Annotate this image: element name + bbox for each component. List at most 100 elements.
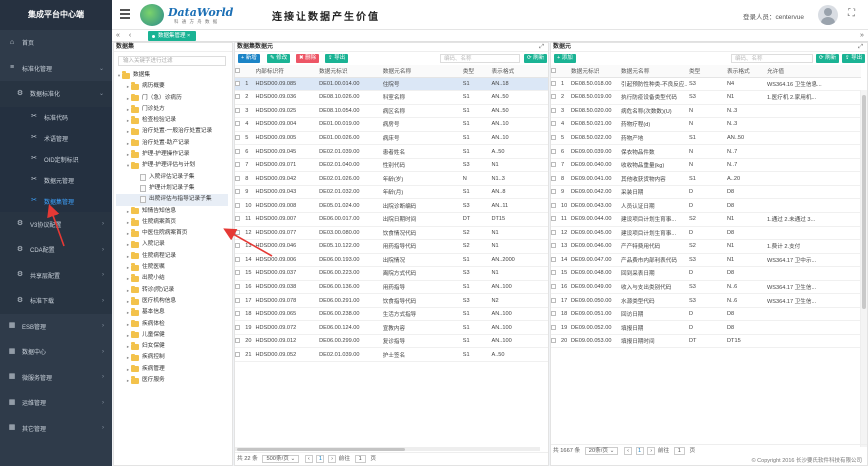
table-row[interactable]: 15 DE09.00.048.00 回到采表日期 D D8 — [551, 266, 861, 281]
table-row[interactable]: 11 HDSD00.09.007 DE06.00.017.00 出院日期时间 DT DT1… — [235, 212, 548, 227]
export-button[interactable]: ⇪ 导出 — [842, 54, 866, 63]
row-checkbox[interactable] — [551, 158, 559, 173]
row-checkbox[interactable] — [551, 117, 559, 132]
row-checkbox[interactable] — [235, 90, 244, 105]
page-size-select[interactable]: 20条/页 ⌄ — [584, 446, 619, 455]
row-checkbox[interactable] — [551, 171, 559, 186]
column-header[interactable]: 表示格式 — [489, 65, 548, 78]
tree-node[interactable]: ▸ 疾病控制 — [116, 352, 228, 363]
table-row[interactable]: 12 DE09.00.045.00 建设项目计划生育事... D D8 — [551, 226, 861, 241]
sidebar-item-12[interactable]: ▦ ESB管理 › — [0, 314, 112, 340]
sidebar-item-15[interactable]: ▦ 运维管理 › — [0, 390, 112, 416]
tree-node[interactable]: ▾ 护理-护理评估与计划 — [116, 160, 228, 171]
table-row[interactable]: 14 DE09.00.047.00 产品费市内部利表代码 S3 N1 WS364.17 卫… — [551, 253, 861, 268]
table-row[interactable]: 9 DE09.00.042.00 采装日期 D D8 — [551, 185, 861, 200]
row-checkbox[interactable] — [235, 293, 244, 308]
tab-prev-icon[interactable]: « — [114, 31, 122, 41]
vertical-scrollbar[interactable] — [860, 90, 867, 447]
row-checkbox[interactable] — [235, 185, 244, 200]
tree-node[interactable]: ▸ 入院记录 — [116, 239, 228, 250]
tree-node[interactable]: ▸ 医疗机构信息 — [116, 296, 228, 307]
row-checkbox[interactable] — [551, 131, 559, 146]
tree-node[interactable]: ▸ 中医住院病案首页 — [116, 228, 228, 239]
row-checkbox[interactable] — [551, 144, 559, 159]
table-row[interactable]: 8 HDSD00.09.042 DE02.01.026.00 年龄(岁) N N1..3 — [235, 171, 548, 186]
tree-node[interactable]: ▸ 住院病案首页 — [116, 217, 228, 228]
column-header[interactable]: 数据元标识 — [569, 65, 619, 78]
add-element-button[interactable]: + 添加 — [554, 54, 576, 63]
sidebar-item-9[interactable]: ⚙ CDA配置 › — [0, 237, 112, 263]
row-checkbox[interactable] — [235, 144, 244, 159]
sidebar-item-2[interactable]: ⚙ 数据标准化 ⌄ — [0, 81, 112, 107]
row-checkbox[interactable] — [235, 239, 244, 254]
page-number[interactable]: 1 — [635, 446, 644, 455]
table-row[interactable]: 10 HDSD00.09.008 DE05.01.024.00 出院诊断编码 S3 AN.… — [235, 198, 548, 213]
row-checkbox[interactable] — [235, 104, 244, 119]
delete-button[interactable]: ✖ 删除 — [296, 54, 320, 63]
tree-node[interactable]: 出院评估与指导记录子集 — [116, 194, 228, 206]
row-checkbox[interactable] — [235, 198, 244, 213]
sidebar-item-1[interactable]: ≡ 标准化管理 ⌄ — [0, 56, 112, 82]
table-row[interactable]: 15 HDSD00.09.037 DE06.00.223.00 离院方式代码 S3 N1 — [235, 266, 548, 281]
table-row[interactable]: 16 HDSD00.09.038 DE06.00.136.00 用药指导 S1 AN..1… — [235, 280, 548, 295]
table-row[interactable]: 19 DE09.00.052.00 填报日期 D D8 — [551, 320, 861, 335]
row-checkbox[interactable] — [235, 171, 244, 186]
tree-node[interactable]: ▾ 数据集 — [116, 70, 228, 81]
table-row[interactable]: 6 HDSD00.09.045 DE02.01.039.00 患者姓名 S1 A..50 — [235, 144, 548, 159]
table-row[interactable]: 16 DE09.00.049.00 收入与支出类别代码 S3 N..6 WS364.17 … — [551, 280, 861, 295]
row-checkbox[interactable] — [551, 226, 559, 241]
sidebar-item-11[interactable]: ⚙ 标准下载 › — [0, 288, 112, 314]
table-row[interactable]: 7 HDSD00.09.071 DE02.01.040.00 性别代码 S3 N1 — [235, 158, 548, 173]
row-checkbox[interactable] — [551, 198, 559, 213]
row-checkbox[interactable] — [551, 307, 559, 322]
table-row[interactable]: 17 HDSD00.09.078 DE06.00.291.00 饮食指导代码 S3 N2 — [235, 293, 548, 308]
row-checkbox[interactable] — [551, 293, 559, 308]
tree-node[interactable]: ▸ 疾病体检 — [116, 319, 228, 330]
table-row[interactable]: 14 HDSD00.09.006 DE06.00.193.00 出院情况 S1 AN..2… — [235, 253, 548, 268]
tab-prev-page-icon[interactable]: ‹ — [126, 31, 134, 41]
table-row[interactable]: 3 DE08.50.020.00 病危名称(次数数)(U) N N..3 — [551, 104, 861, 119]
table-row[interactable]: 2 DE08.50.019.00 执行防疫设备类型代码 S3 N1 1.医疗机 2.家用机… — [551, 90, 861, 105]
expand-icon[interactable]: ⤢ — [858, 43, 863, 52]
table-row[interactable]: 21 HDSD00.09.052 DE02.01.039.00 护士签名 S1 A..50 — [235, 347, 548, 362]
tree-node[interactable]: ▸ 基本信息 — [116, 307, 228, 318]
tree-filter-input[interactable]: 输入关键字进行过滤 — [118, 56, 226, 66]
row-checkbox[interactable] — [235, 307, 244, 322]
row-checkbox[interactable] — [235, 117, 244, 132]
tree-node[interactable]: ▸ 住院病程记录 — [116, 251, 228, 262]
sidebar-item-3[interactable]: ✂ 标准代码 — [0, 106, 112, 128]
search-input[interactable]: 编码、名称 — [440, 54, 520, 63]
row-checkbox[interactable] — [551, 266, 559, 281]
tree-node[interactable]: ▸ 护理-护理操作记录 — [116, 149, 228, 160]
next-page-button[interactable]: › — [647, 446, 656, 455]
sidebar-item-13[interactable]: ▦ 数据中心 › — [0, 339, 112, 365]
row-checkbox[interactable] — [551, 90, 559, 105]
row-checkbox[interactable] — [235, 158, 244, 173]
column-header[interactable]: 数据元标识 — [317, 65, 381, 78]
horizontal-scrollbar[interactable] — [235, 447, 540, 451]
menu-toggle-icon[interactable] — [120, 9, 130, 19]
row-checkbox[interactable] — [235, 212, 244, 227]
tree-node[interactable]: 护理计划记录子集 — [116, 183, 228, 194]
row-checkbox[interactable] — [551, 320, 559, 335]
table-row[interactable]: 3 HDSD00.09.025 DE08.10.054.00 病区名称 S1 AN..50 — [235, 104, 548, 119]
table-row[interactable]: 4 DE08.50.021.00 药物疗程(d) N N..3 — [551, 117, 861, 132]
sidebar-item-6[interactable]: ✂ 数据元管理 — [0, 169, 112, 191]
avatar[interactable] — [818, 5, 838, 25]
next-page-button[interactable]: › — [328, 454, 337, 463]
expand-icon[interactable]: ⤢ — [539, 43, 544, 52]
sidebar-item-5[interactable]: ✂ OID定制标识 — [0, 148, 112, 170]
sidebar-item-10[interactable]: ⚙ 共享层配置 › — [0, 262, 112, 288]
table-row[interactable]: 7 DE09.00.040.00 收收物品重量(kg) N N..7 — [551, 158, 861, 173]
row-checkbox[interactable] — [235, 226, 244, 241]
sidebar-item-0[interactable]: ⌂ 首页 — [0, 30, 112, 56]
tree-node[interactable]: ▸ 治疗处置-助产记录 — [116, 138, 228, 149]
table-row[interactable]: 2 HDSD00.09.036 DE08.10.026.00 科室名称 S1 AN..50 — [235, 90, 548, 105]
row-checkbox[interactable] — [235, 131, 244, 146]
edit-button[interactable]: ✎ 修改 — [267, 54, 291, 63]
tree-node[interactable]: ▸ 门诊处方 — [116, 104, 228, 115]
tree-node[interactable]: ▸ 医疗服务 — [116, 375, 228, 386]
table-row[interactable]: 8 DE09.00.041.00 其他收获货物内容 S1 A..20 — [551, 171, 861, 186]
tree-node[interactable]: ▸ 治疗处置-一般治疗处置记录 — [116, 126, 228, 137]
select-all-checkbox[interactable] — [235, 65, 244, 78]
